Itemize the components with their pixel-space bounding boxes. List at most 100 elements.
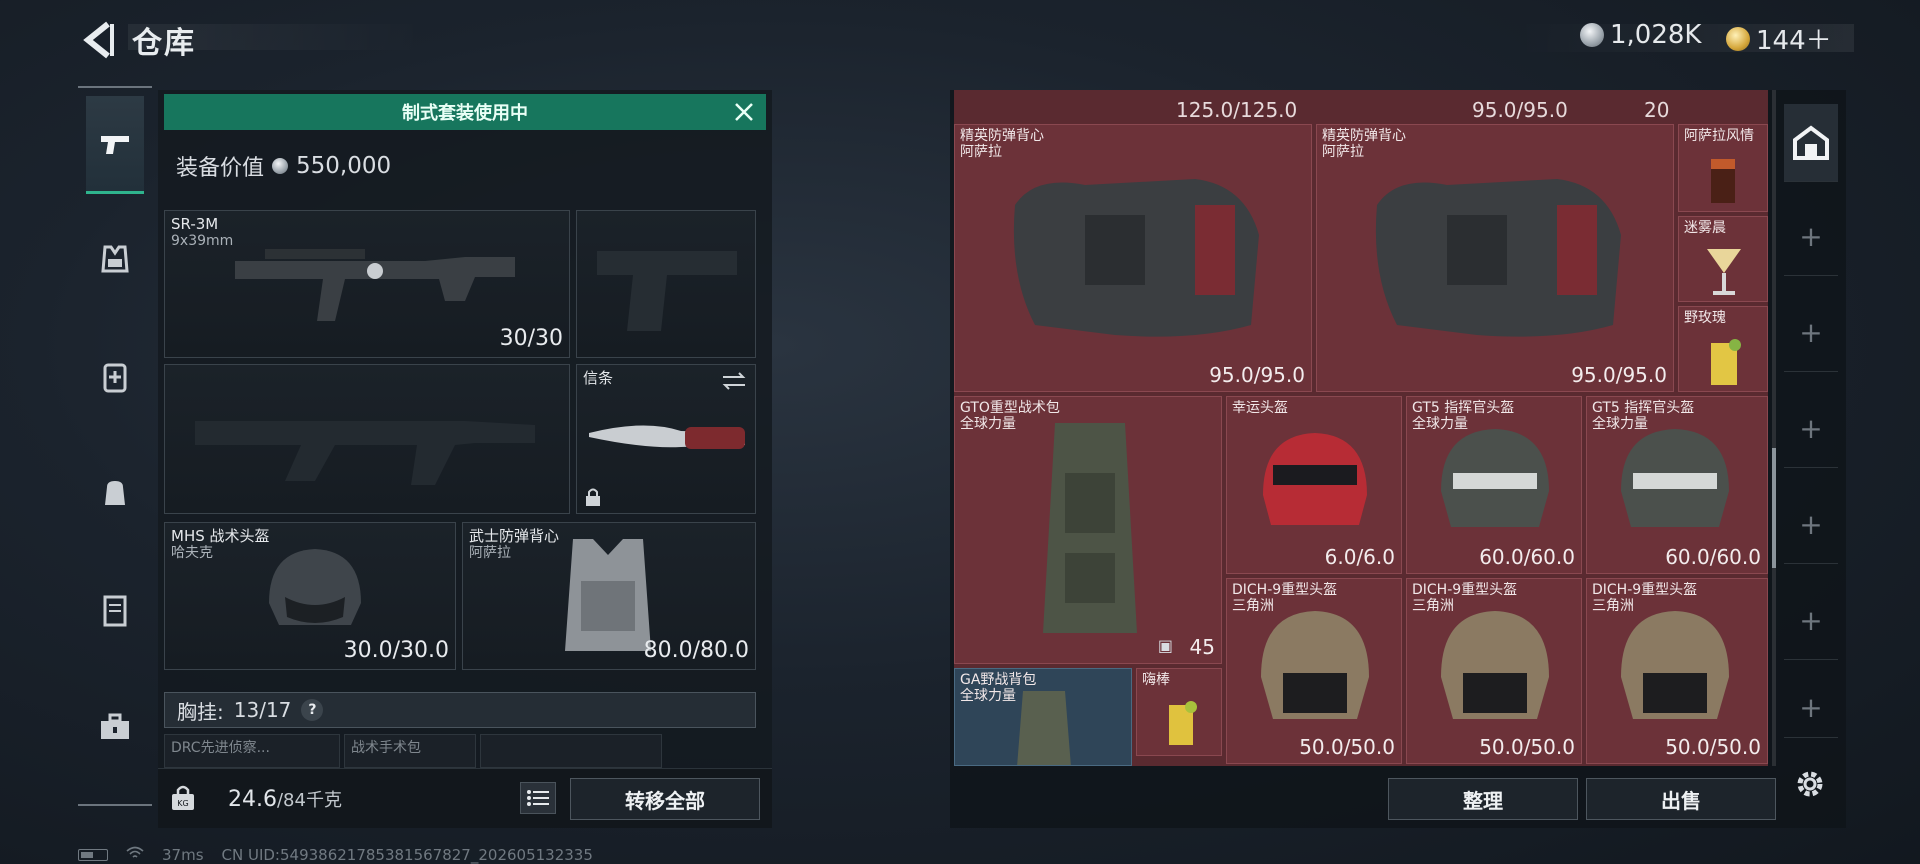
pistol-icon (101, 135, 129, 154)
storage-item[interactable]: 嗨棒 (1136, 668, 1222, 756)
nav-storage[interactable] (86, 562, 144, 660)
storage-item[interactable]: 阿萨拉风情 (1678, 124, 1768, 212)
knife-name: 信条 (583, 369, 614, 387)
wifi-icon (126, 846, 144, 864)
svg-text:KG: KG (177, 799, 188, 808)
storage-item[interactable]: DICH-9重型头盔 三角洲 50.0/50.0 (1586, 578, 1768, 764)
add-storage-tab-button[interactable]: + (1784, 198, 1838, 276)
silver-coin-icon (272, 158, 289, 174)
lock-icon (586, 488, 600, 506)
knife-slot[interactable]: 信条 (576, 364, 756, 514)
item-name: GT5 指挥官头盔 (1412, 400, 1515, 416)
add-storage-tab-button[interactable]: + (1784, 678, 1838, 738)
chest-rig-bar[interactable]: 胸挂: 13/17 ? (164, 692, 756, 728)
pistol-silhouette-icon (597, 251, 737, 331)
cocktail-icon (1707, 249, 1741, 295)
item-name: 阿萨拉风情 (1684, 128, 1754, 144)
transfer-all-button[interactable]: 转移全部 (570, 778, 760, 820)
chest-rig-slot-2[interactable]: 战术手术包 (344, 734, 476, 768)
swap-icon[interactable] (721, 371, 747, 391)
helmet-icon (1441, 429, 1549, 527)
storage-item[interactable]: 迷雾晨 (1678, 216, 1768, 302)
knife-icon (589, 425, 745, 449)
storage-tab-main[interactable] (1784, 104, 1838, 182)
list-view-button[interactable] (520, 782, 556, 814)
add-storage-tab-button[interactable]: + (1784, 582, 1838, 660)
storage-item[interactable]: DICH-9重型头盔 三角洲 50.0/50.0 (1226, 578, 1402, 764)
item-name: GT5 指挥官头盔 (1592, 400, 1695, 416)
back-button[interactable] (80, 20, 114, 60)
add-storage-tab-button[interactable]: + (1784, 486, 1838, 564)
storage-tabs: + + + + + + (1784, 90, 1838, 770)
nav-toolbox[interactable] (86, 678, 144, 776)
weight-icon: KG (172, 785, 194, 810)
pistol-slot[interactable] (576, 210, 756, 358)
gear-icon[interactable] (1792, 766, 1828, 802)
storage-scroll-thumb[interactable] (1772, 448, 1776, 568)
storage-item[interactable]: GT5 指挥官头盔 全球力量 60.0/60.0 (1406, 396, 1582, 574)
nav-medical[interactable] (86, 328, 144, 426)
juice-icon (1711, 339, 1741, 385)
chest-rig-slot-1-label: DRC先进侦察... (171, 740, 270, 756)
nav-backpack[interactable] (86, 444, 144, 542)
ammo-count: 30/30 (499, 326, 563, 351)
page-title: 仓库 (132, 26, 196, 61)
item-brand: 全球力量 (960, 416, 1016, 432)
item-name: 野玫瑰 (1684, 310, 1726, 326)
storage-item[interactable]: 幸运头盔 6.0/6.0 (1226, 396, 1402, 574)
storage-item[interactable]: 精英防弹背心 阿萨拉 95.0/95.0 (954, 124, 1312, 392)
vest-slot[interactable]: 武士防弹背心 阿萨拉 80.0/80.0 (462, 522, 756, 670)
vest-brand: 阿萨拉 (469, 545, 511, 561)
medkit-icon (103, 363, 127, 393)
silver-coin-icon (1580, 23, 1604, 47)
helmet-icon (269, 549, 361, 625)
storage-item[interactable]: GA野战背包 全球力量 (954, 668, 1132, 766)
nav-weapons[interactable] (86, 96, 144, 194)
rifle-icon (235, 249, 515, 321)
currency-gold[interactable]: 144＋ (1726, 20, 1832, 57)
locker-icon (103, 595, 127, 627)
partial-item-value-2: 95.0/95.0 (1472, 98, 1568, 122)
item-brand: 阿萨拉 (1322, 144, 1364, 160)
storage-item[interactable]: DICH-9重型头盔 三角洲 50.0/50.0 (1406, 578, 1582, 764)
item-name: 精英防弹背心 (960, 128, 1044, 144)
storage-item[interactable]: GT5 指挥官头盔 全球力量 60.0/60.0 (1586, 396, 1768, 574)
helmet-icon (1621, 429, 1729, 527)
item-durability: 95.0/95.0 (1209, 363, 1305, 387)
item-durability: 95.0/95.0 (1571, 363, 1667, 387)
sell-button[interactable]: 出售 (1586, 778, 1776, 820)
storage-item[interactable]: 野玫瑰 (1678, 306, 1768, 392)
weight-readout: 24.6/84千克 (228, 786, 342, 812)
storage-scrollbar[interactable] (1772, 90, 1776, 766)
storage-item[interactable]: GTO重型战术包 全球力量 ▣ 45 (954, 396, 1222, 664)
item-capacity: 45 (1189, 635, 1215, 659)
help-icon[interactable]: ? (301, 699, 324, 721)
vest-icon (101, 245, 129, 273)
sort-button[interactable]: 整理 (1388, 778, 1578, 820)
equip-value-amount: 550,000 (296, 153, 392, 179)
vest-durability: 80.0/80.0 (643, 638, 749, 663)
kit-in-use-banner: 制式套装使用中 (164, 94, 766, 130)
nav-armor[interactable] (86, 210, 144, 308)
item-durability: 6.0/6.0 (1324, 545, 1395, 569)
drink-icon (1711, 159, 1735, 203)
chest-rig-slot-3[interactable] (480, 734, 662, 768)
add-storage-tab-button[interactable]: + (1784, 294, 1838, 372)
secondary-weapon-slot[interactable] (164, 364, 570, 514)
uid-text: CN UID:5493862178538156782​7_20260513233… (221, 846, 593, 864)
helmet-slot[interactable]: MHS 战术头盔 哈夫克 30.0/30.0 (164, 522, 456, 670)
category-nav (78, 86, 152, 806)
partial-item-value-3: 20 (1644, 98, 1670, 122)
equip-value-label: 装备价值 (176, 156, 265, 181)
weight-max: /84千克 (276, 790, 342, 811)
gold-coin-icon (1726, 26, 1750, 51)
storage-item[interactable]: 精英防弹背心 阿萨拉 95.0/95.0 (1316, 124, 1674, 392)
chest-rig-slot-1[interactable]: DRC先进侦察... (164, 734, 340, 768)
primary-weapon-slot[interactable]: SR-3M 9x39mm 30/30 (164, 210, 570, 358)
partial-item-value-1: 125.0/125.0 (1176, 98, 1298, 122)
item-durability: 50.0/50.0 (1479, 735, 1575, 759)
close-icon[interactable] (732, 100, 756, 124)
chest-rig-slot-2-label: 战术手术包 (351, 740, 421, 756)
chest-rig-capacity: 13/17 (233, 698, 292, 722)
add-storage-tab-button[interactable]: + (1784, 390, 1838, 468)
